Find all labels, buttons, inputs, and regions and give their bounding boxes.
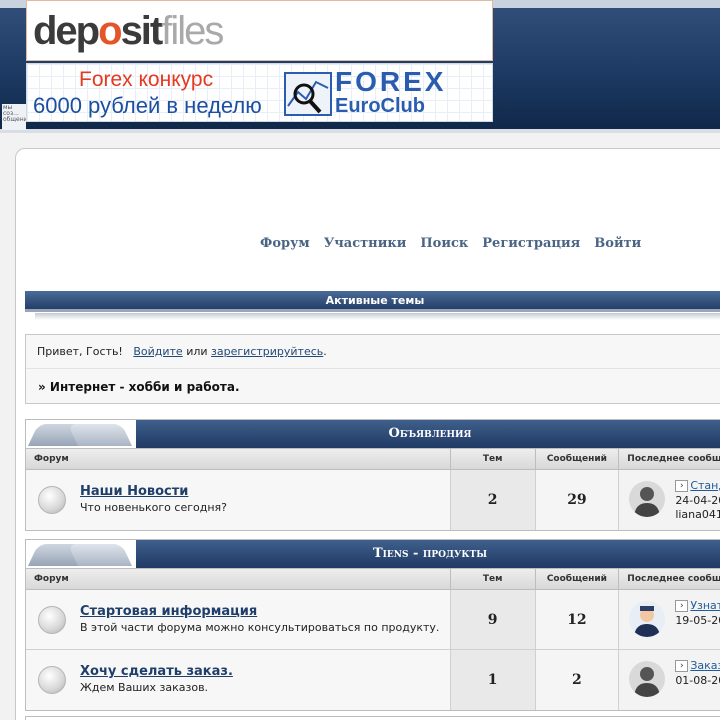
category-tabs (26, 540, 136, 568)
login-link[interactable]: Войдите (133, 345, 182, 358)
greeting-text: Привет, Гость! (37, 345, 123, 358)
last-post-date: 01-08-2013 (675, 674, 720, 687)
forex-banner[interactable]: Forex конкурс 6000 рублей в неделю FOREX… (26, 63, 493, 122)
forum-status-icon (38, 486, 66, 514)
column-headers: Форум Тем Сообщений Последнее сообщение (26, 448, 720, 470)
col-topics: Тем (451, 449, 536, 469)
col-forum: Форум (26, 449, 451, 469)
last-post-cell: ›Стандарты 24-04-2013 liana0411 (619, 470, 720, 530)
col-last-post: Последнее сообщение (627, 454, 720, 464)
last-post-user[interactable]: liana0411 (675, 508, 720, 521)
breadcrumb[interactable]: » Интернет - хобби и работа. (38, 380, 240, 394)
register-link[interactable]: зарегистрируйтесь (211, 345, 323, 358)
nav-members[interactable]: Участники (324, 236, 407, 251)
welcome-box: Привет, Гость! Войдите или зарегистрируй… (25, 334, 720, 404)
forum-description: В этой части форума можно консультироват… (80, 621, 440, 634)
go-to-post-icon[interactable]: › (675, 600, 689, 612)
last-post-date: 24-04-2013 (675, 494, 720, 507)
forum-name-link[interactable]: Наши Новости (80, 484, 188, 499)
category-tiens-products: Tiens - продукты Форум Тем Сообщений Пос… (25, 539, 720, 711)
last-post-link[interactable]: Узнать (690, 599, 720, 612)
header-side-text: мы соз... общение! (2, 104, 26, 130)
main-nav: Форум Участники Поиск Регистрация Войти (260, 236, 641, 251)
nav-login[interactable]: Войти (594, 236, 641, 251)
col-posts: Сообщений (536, 449, 620, 469)
period-text: . (323, 345, 327, 358)
last-post-link[interactable]: Стандарты (690, 479, 720, 492)
active-topics-bar[interactable]: Активные темы (25, 291, 720, 312)
forum-topics-count: 9 (450, 590, 536, 649)
chart-magnifier-icon (284, 72, 332, 116)
go-to-post-icon[interactable]: › (675, 480, 689, 492)
forex-brand-title: FOREX (335, 66, 447, 97)
category-header: Tiens - продукты (26, 540, 720, 568)
forum-topics-count: 2 (450, 470, 536, 530)
divider (26, 368, 720, 369)
forum-row: Наши Новости Что новенького сегодня? 2 2… (26, 470, 720, 530)
forum-posts-count: 2 (535, 650, 620, 710)
category-title[interactable]: Tiens - продукты (136, 540, 720, 568)
forum-posts-count: 12 (535, 590, 620, 649)
welcome-row: Привет, Гость! Войдите или зарегистрируй… (37, 345, 327, 358)
nav-register[interactable]: Регистрация (482, 236, 580, 251)
forum-topics-count: 1 (450, 650, 536, 710)
column-headers: Форум Тем Сообщений Последнее сообщение (26, 568, 720, 590)
last-post-cell: ›Узнать 19-05-2013 (619, 590, 720, 649)
forum-status-icon (38, 666, 66, 694)
forum-description: Что новенького сегодня? (80, 501, 227, 514)
header-bottom-border (0, 129, 720, 133)
col-posts: Сообщений (536, 569, 620, 589)
last-post-date: 19-05-2013 (675, 614, 720, 627)
avatar (629, 481, 666, 517)
col-topics: Тем (451, 569, 536, 589)
active-bar-shadow (35, 313, 720, 320)
forum-name-link[interactable]: Стартовая информация (80, 604, 257, 619)
category-announcements: Объявления Форум Тем Сообщений Последнее… (25, 419, 720, 531)
or-text: или (186, 345, 208, 358)
forum-name-link[interactable]: Хочу сделать заказ. (80, 664, 233, 679)
col-forum: Форум (26, 569, 451, 589)
category-header: Объявления (26, 420, 720, 448)
nav-search[interactable]: Поиск (420, 236, 468, 251)
forum-status-icon (38, 606, 66, 634)
nav-forum[interactable]: Форум (260, 236, 310, 251)
avatar (629, 601, 666, 637)
forex-contest-text: Forex конкурс (79, 68, 214, 91)
depositfiles-banner[interactable]: depositfiles (26, 0, 493, 61)
forex-brand-subtitle: EuroClub (335, 95, 425, 117)
forum-description: Ждем Ваших заказов. (80, 681, 209, 694)
avatar (629, 661, 666, 697)
forum-row: Стартовая информация В этой части форума… (26, 590, 720, 650)
category-tabs (26, 420, 136, 448)
category-title[interactable]: Объявления (136, 420, 720, 448)
forum-posts-count: 29 (535, 470, 620, 530)
forex-prize-text: 6000 рублей в неделю (33, 93, 262, 118)
last-post-link[interactable]: Заказ (690, 659, 720, 672)
last-post-cell: ›Заказ 01-08-2013 (619, 650, 720, 710)
next-category-edge (25, 716, 720, 720)
col-last-post: Последнее сообщение (627, 574, 720, 584)
depositfiles-logo: depositfiles (33, 9, 224, 53)
go-to-post-icon[interactable]: › (675, 660, 689, 672)
forum-row: Хочу сделать заказ. Ждем Ваших заказов. … (26, 650, 720, 710)
